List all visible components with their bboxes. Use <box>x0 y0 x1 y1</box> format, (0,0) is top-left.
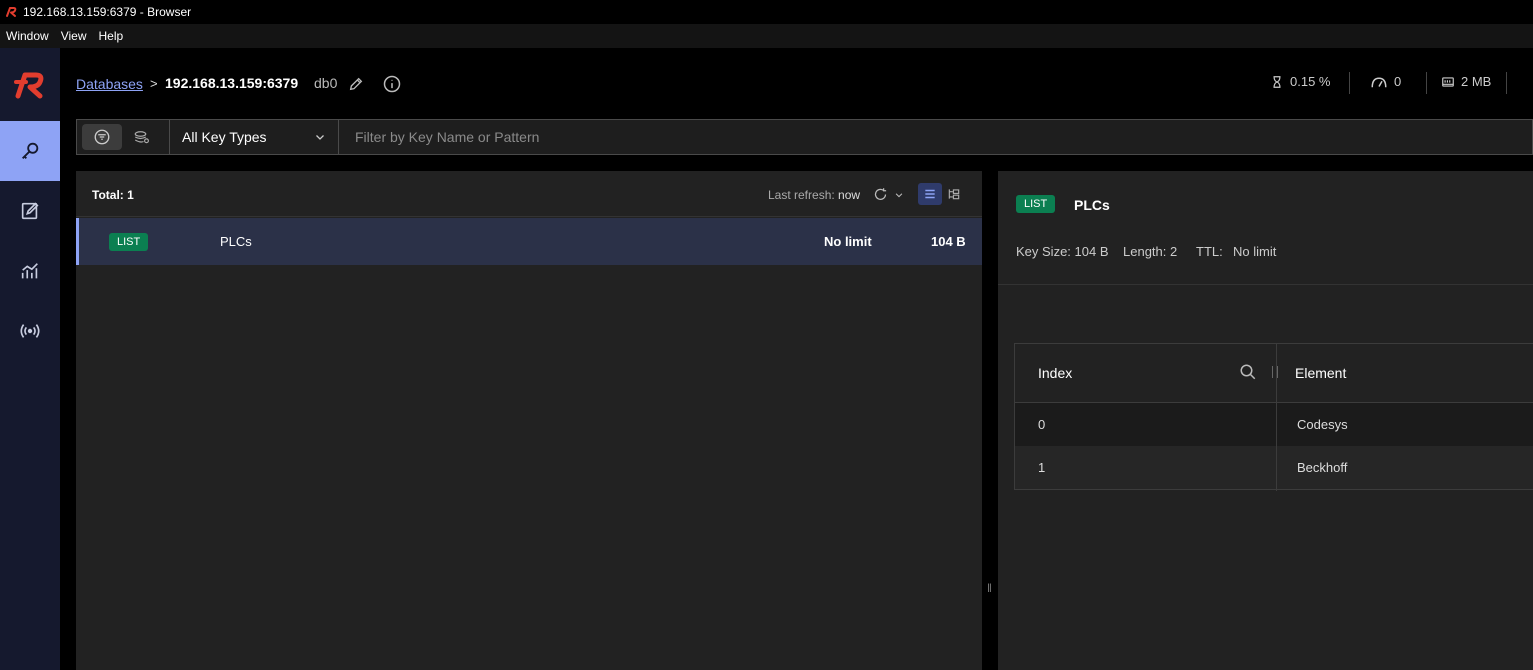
stat-divider <box>1349 72 1350 94</box>
table-header: Index Element <box>1015 344 1533 403</box>
list-view-button[interactable] <box>918 183 942 205</box>
key-filter-input[interactable] <box>339 120 1532 154</box>
menu-help[interactable]: Help <box>92 29 129 43</box>
ops-value: 0 <box>1394 74 1402 89</box>
filter-bar: All Key Types <box>76 119 1533 155</box>
refresh-icon[interactable] <box>873 187 888 202</box>
filter-icon <box>94 129 110 145</box>
tree-icon <box>948 189 960 200</box>
row-element: Beckhoff <box>1297 460 1348 475</box>
key-icon <box>22 142 39 159</box>
hourglass-icon <box>1273 75 1281 88</box>
stat-divider <box>1506 72 1507 94</box>
search-mode-group <box>77 120 170 154</box>
detail-ttl-label: TTL: <box>1196 244 1223 259</box>
list-elements-table: Index Element 0 Codesys 1 Beckhoff <box>1014 343 1533 491</box>
gauge-icon <box>1371 76 1387 87</box>
menu-view[interactable]: View <box>55 29 93 43</box>
cpu-stat: 0.15 % <box>1270 74 1330 89</box>
detail-ttl-value[interactable]: No limit <box>1233 244 1276 259</box>
vector-search-mode-button[interactable] <box>122 124 162 150</box>
row-index: 0 <box>1038 417 1046 432</box>
key-list-panel: Total: 1 Last refresh: now LIST PLCs No … <box>76 171 982 670</box>
cpu-value: 0.15 % <box>1290 74 1331 89</box>
panel-resize-handle[interactable]: ‖ <box>987 581 992 595</box>
column-resize-grip[interactable] <box>1272 366 1278 378</box>
column-header-index: Index <box>1038 365 1073 381</box>
key-type-badge: LIST <box>109 233 149 251</box>
broadcast-icon <box>20 324 40 338</box>
window-titlebar: 192.168.13.159:6379 - Browser <box>0 0 1533 24</box>
sidebar-item-browser[interactable] <box>0 121 60 181</box>
detail-type-badge: LIST <box>1016 195 1056 213</box>
row-element: Codesys <box>1297 417 1348 432</box>
last-refresh-label: Last refresh: <box>768 188 835 202</box>
search-icon[interactable] <box>1239 363 1257 381</box>
breadcrumb-databases-link[interactable]: Databases <box>76 76 143 92</box>
list-icon <box>925 189 935 199</box>
last-refresh: Last refresh: now <box>768 188 860 202</box>
menu-bar: Window View Help <box>0 24 1533 48</box>
chart-icon <box>21 263 38 279</box>
app-logo-icon[interactable] <box>12 66 48 102</box>
last-refresh-value: now <box>838 188 861 202</box>
chevron-down-icon[interactable] <box>894 190 904 200</box>
column-header-element: Element <box>1295 365 1347 381</box>
window-title: 192.168.13.159:6379 - Browser <box>23 5 192 19</box>
page-header: Databases > 192.168.13.159:6379 db0 0.15… <box>60 48 1533 118</box>
pencil-icon[interactable] <box>348 76 364 92</box>
key-type-value: All Key Types <box>182 129 267 145</box>
key-type-select[interactable]: All Key Types <box>170 120 339 154</box>
column-divider <box>1276 344 1277 491</box>
database-index: db0 <box>314 75 338 91</box>
redis-logo-icon <box>6 7 17 17</box>
detail-length: Length: 2 <box>1123 244 1178 259</box>
total-count: Total: 1 <box>92 188 134 202</box>
menu-window[interactable]: Window <box>0 29 55 43</box>
row-index: 1 <box>1038 460 1046 475</box>
table-row[interactable]: 0 Codesys <box>1015 403 1533 446</box>
memory-value: 2 MB <box>1461 74 1492 89</box>
key-detail-panel: LIST PLCs Key Size: 104 B Length: 2 TTL:… <box>998 171 1533 670</box>
edit-note-icon <box>21 202 39 220</box>
detail-key-name[interactable]: PLCs <box>1074 197 1110 213</box>
ops-stat: 0 <box>1370 74 1401 89</box>
chevron-down-icon <box>316 135 324 140</box>
key-row[interactable]: LIST PLCs No limit 104 B <box>76 218 982 265</box>
breadcrumb-separator: > <box>150 76 158 91</box>
filter-mode-button[interactable] <box>82 124 122 150</box>
tree-view-button[interactable] <box>942 183 966 205</box>
key-list-header: Total: 1 Last refresh: now <box>76 171 982 217</box>
memory-icon <box>1442 76 1454 87</box>
info-icon[interactable] <box>382 74 402 94</box>
key-detail-header: LIST PLCs Key Size: 104 B Length: 2 TTL:… <box>998 171 1533 285</box>
sidebar-item-analysis[interactable] <box>0 241 60 301</box>
sidebar-item-pubsub[interactable] <box>0 301 60 361</box>
key-name: PLCs <box>220 234 252 249</box>
sidebar-item-workbench[interactable] <box>0 181 60 241</box>
memory-stat: 2 MB <box>1441 74 1491 89</box>
key-ttl: No limit <box>824 234 872 249</box>
table-row[interactable]: 1 Beckhoff <box>1015 446 1533 489</box>
stat-divider <box>1426 72 1427 94</box>
detail-key-size: Key Size: 104 B <box>1016 244 1109 259</box>
breadcrumb-host: 192.168.13.159:6379 <box>165 75 299 91</box>
layers-search-icon <box>134 131 149 144</box>
key-size: 104 B <box>931 234 966 249</box>
sidebar <box>0 48 60 670</box>
